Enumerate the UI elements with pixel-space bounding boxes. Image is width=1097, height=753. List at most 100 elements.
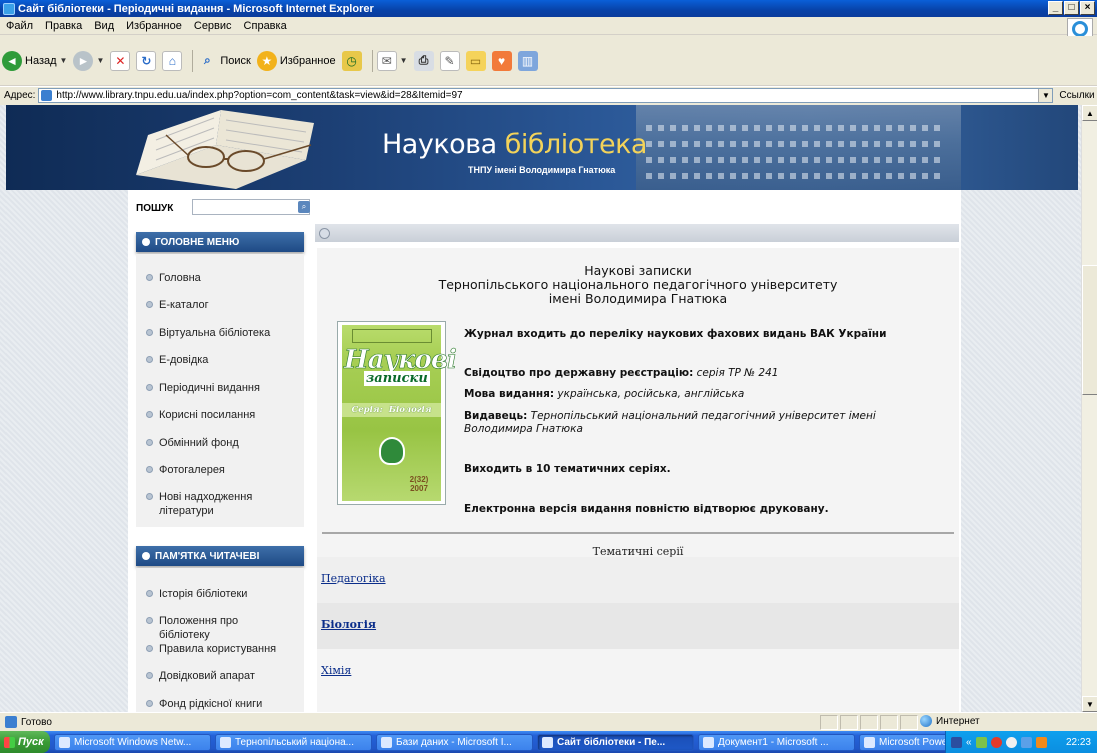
chevron-down-icon[interactable]: ▼	[1038, 89, 1053, 102]
menu-tools[interactable]: Сервис	[188, 20, 238, 32]
search-input[interactable]	[192, 199, 310, 215]
nav-item-library-history[interactable]: Історія бібліотеки	[146, 587, 289, 601]
series-link-pedagogy[interactable]: Педагогіка	[321, 572, 386, 585]
menu-file[interactable]: Файл	[0, 20, 39, 32]
cover-subtitle: записки	[364, 371, 430, 386]
forward-button[interactable]: ► ▼	[73, 50, 104, 71]
start-button[interactable]: Пуск	[0, 731, 50, 753]
building-windows	[646, 157, 946, 163]
language-indicator-icon[interactable]	[951, 736, 962, 748]
nav-item-virtual-library[interactable]: Віртуальна бібліотека	[146, 326, 289, 340]
nav-item-ecatalog[interactable]: Е-каталог	[146, 298, 289, 312]
taskbar-clock[interactable]: 22:23	[1066, 737, 1091, 748]
taskbar-button[interactable]: Microsoft Windows Netw...	[54, 733, 211, 751]
article-title-line: імені Володимира Гнатюка	[548, 291, 728, 306]
nav-item-rare-books[interactable]: Фонд рідкісної книги	[146, 697, 289, 711]
publisher-info: Видавець: Тернопільський національний пе…	[464, 410, 934, 436]
tray-expand-icon[interactable]: «	[966, 737, 972, 748]
menu-edit[interactable]: Правка	[39, 20, 88, 32]
chevron-down-icon[interactable]: ▼	[400, 56, 408, 65]
taskbar-button[interactable]: Документ1 - Microsoft ...	[698, 733, 855, 751]
menu-view[interactable]: Вид	[88, 20, 120, 32]
home-icon: ⌂	[162, 50, 183, 71]
maximize-button[interactable]: □	[1064, 1, 1079, 15]
window-titlebar: Сайт бібліотеки - Періодичні видання - M…	[0, 0, 1097, 17]
research-button[interactable]: ▥	[517, 50, 538, 71]
messenger-button[interactable]: ♥	[491, 50, 512, 71]
bullet-icon	[146, 466, 153, 473]
nav-item-useful-links[interactable]: Корисні посилання	[146, 408, 289, 422]
chevron-down-icon[interactable]: ▼	[60, 56, 68, 65]
nav-item-usage-rules[interactable]: Правила користування	[146, 642, 289, 656]
content-pathway-bar	[315, 224, 959, 242]
nav-item-library-regulation[interactable]: Положення про бібліотеку	[146, 614, 289, 642]
chevron-down-icon[interactable]: ▼	[96, 56, 104, 65]
reader-menu-title: ПАМ'ЯТКА ЧИТАЧЕВІ	[155, 550, 260, 562]
status-pane	[840, 715, 858, 730]
series-link-chemistry[interactable]: Хімія	[321, 664, 351, 677]
stop-icon: ✕	[110, 50, 131, 71]
menu-bar: Файл Правка Вид Избранное Сервис Справка	[0, 17, 1097, 40]
print-button[interactable]: ⎙	[413, 50, 434, 71]
series-count-text: Виходить в 10 тематичних серіях.	[464, 463, 671, 475]
nav-item-home[interactable]: Головна	[146, 271, 289, 285]
scrollbar-thumb[interactable]	[1082, 265, 1097, 395]
bullet-icon	[146, 645, 153, 652]
network-tray-icon[interactable]	[975, 736, 987, 748]
taskbar-button[interactable]: Бази даних - Microsoft I...	[376, 733, 533, 751]
nav-item-periodicals[interactable]: Періодичні видання	[146, 381, 289, 395]
toolbar-separator	[371, 49, 373, 72]
folder-button[interactable]: ▭	[465, 50, 486, 71]
edit-button[interactable]: ✎	[439, 50, 460, 71]
back-button[interactable]: ◄ Назад ▼	[2, 50, 68, 71]
volume-icon[interactable]	[1005, 736, 1017, 748]
series-row: Біологія	[317, 603, 959, 649]
nav-item-exchange-fund[interactable]: Обмінний фонд	[146, 436, 289, 450]
taskbar-button[interactable]: Тернопільський націона...	[215, 733, 372, 751]
scroll-up-icon[interactable]: ▲	[1082, 105, 1097, 121]
site-logo-title[interactable]: Наукова бібліотека	[382, 129, 647, 160]
nav-item-photogallery[interactable]: Фотогалерея	[146, 463, 289, 477]
publisher-label: Видавець:	[464, 410, 528, 422]
bullet-icon	[146, 274, 153, 281]
minimize-button[interactable]: _	[1048, 1, 1063, 15]
menu-favorites[interactable]: Избранное	[120, 20, 188, 32]
bullet-icon	[142, 552, 150, 560]
refresh-button[interactable]: ↻	[136, 50, 157, 71]
menu-help[interactable]: Справка	[238, 20, 293, 32]
magnifier-icon: ⌕	[204, 53, 211, 67]
nav-item-ereference[interactable]: Е-довідка	[146, 353, 289, 367]
taskbar-button-active[interactable]: Сайт бібліотеки - Пе...	[537, 733, 694, 751]
series-link-biology[interactable]: Біологія	[321, 618, 376, 631]
nav-label: Періодичні видання	[159, 382, 260, 394]
antivirus-icon[interactable]	[1035, 736, 1047, 748]
scroll-down-icon[interactable]: ▼	[1082, 696, 1097, 712]
registration-info: Свідоцтво про державну реєстрацію: серія…	[464, 367, 778, 380]
research-books-icon: ▥	[517, 50, 538, 71]
cover-issue-number: 2(32)	[409, 475, 429, 484]
close-button[interactable]: ×	[1080, 1, 1095, 15]
vertical-scrollbar[interactable]: ▲ ▼	[1081, 105, 1097, 712]
mail-button[interactable]: ✉ ▼	[376, 50, 408, 71]
home-button[interactable]: ⌂	[162, 50, 183, 71]
language-value: українська, російська, англійська	[557, 388, 745, 400]
search-icon[interactable]: ⌕	[298, 201, 310, 213]
stop-button[interactable]: ✕	[110, 50, 131, 71]
keyboard-layout-icon[interactable]	[1020, 736, 1032, 748]
globe-icon	[920, 715, 932, 727]
search-button[interactable]: ⌕ Поиск	[197, 51, 251, 71]
links-toolbar[interactable]: Ссылки	[1059, 90, 1094, 101]
bullet-icon	[146, 590, 153, 597]
security-zone[interactable]: Интернет	[920, 715, 980, 727]
opera-icon[interactable]	[990, 736, 1002, 748]
history-button[interactable]: ◷	[341, 50, 362, 71]
status-pane	[880, 715, 898, 730]
search-bar: ПОШУК ⌕	[128, 190, 961, 224]
network-icon	[59, 736, 70, 748]
address-input[interactable]: http://www.library.tnpu.edu.ua/index.php…	[38, 88, 1054, 103]
nav-label: Е-довідка	[159, 354, 209, 366]
nav-item-reference-apparatus[interactable]: Довідковий апарат	[146, 669, 289, 683]
favorites-button[interactable]: ★ Избранное	[256, 50, 336, 71]
nav-item-new-arrivals[interactable]: Нові надходження літератури	[146, 490, 289, 518]
article-title: Наукові записки Тернопільського націонал…	[317, 264, 959, 306]
